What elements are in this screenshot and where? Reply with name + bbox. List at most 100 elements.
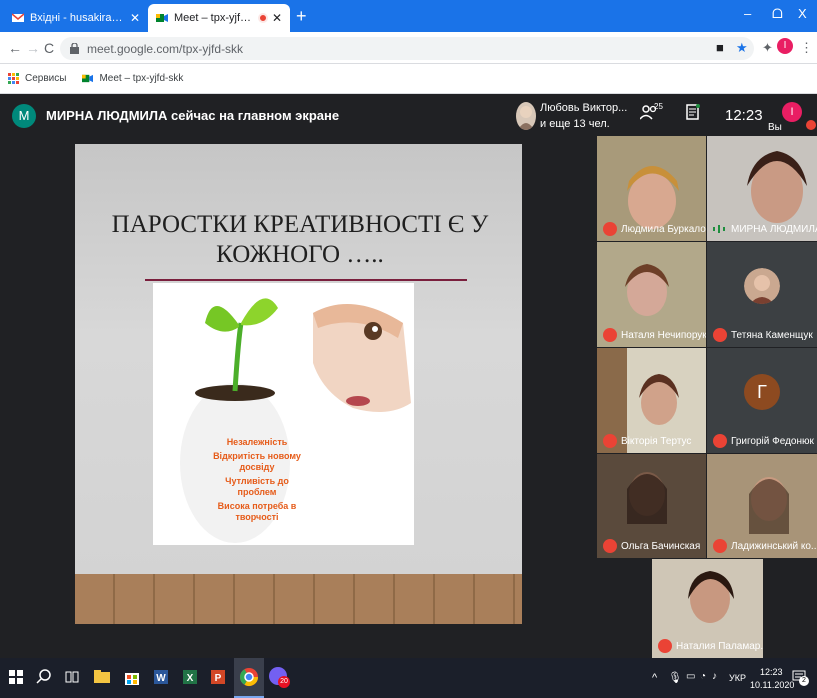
pinned-name: Любовь Виктор...	[540, 102, 628, 114]
svg-text:X: X	[187, 673, 194, 684]
search-icon[interactable]	[34, 667, 54, 687]
presenter-avatar: M	[12, 104, 36, 128]
self-avatar: I	[782, 102, 802, 122]
participant-tile[interactable]: Наталия Паламар...	[652, 559, 763, 658]
participant-avatar	[744, 268, 780, 304]
participant-tile[interactable]: Г Григорій Федонюк	[707, 348, 817, 453]
svg-text:W: W	[156, 673, 166, 684]
meeting-clock: 12:23	[725, 107, 763, 124]
participant-tile[interactable]: Людмила Буркало	[597, 136, 706, 241]
tab-meet[interactable]: Meet – tpx-yjfd-skk ✕	[148, 4, 290, 32]
minimize-button[interactable]: –	[744, 6, 751, 21]
bookmark-services[interactable]: Сервисы	[8, 73, 66, 84]
bullet-item: Висока потреба в творчості	[217, 501, 297, 522]
speaking-indicator-icon	[713, 225, 725, 233]
reload-button[interactable]: C	[44, 40, 54, 56]
mic-off-icon	[603, 434, 617, 448]
participant-name: Григорій Федонюк	[731, 436, 814, 447]
participant-tile[interactable]: Наталя Нечипорук	[597, 242, 706, 347]
pinned-participant-info[interactable]: Любовь Виктор... и еще 13 чел.	[540, 100, 627, 132]
mic-off-icon	[658, 639, 672, 653]
presenting-status: МИРНА ЛЮДМИЛА сейчас на главном экране	[46, 108, 340, 123]
slide-title: ПАРОСТКИ КРЕАТИВНОСТІ Є У КОЖНОГО …..	[111, 211, 489, 268]
windows-start-icon[interactable]	[6, 667, 26, 687]
tab-meet-close-icon[interactable]: ✕	[272, 11, 282, 25]
meet-header: M МИРНА ЛЮДМИЛА сейчас на главном экране…	[0, 94, 817, 140]
tab-gmail[interactable]: Вхідні - husakira1192@gmail.com ✕	[4, 4, 148, 32]
chrome-taskbar-button[interactable]	[234, 658, 264, 698]
participant-name: Наталия Паламар...	[676, 641, 763, 652]
tab-meet-label: Meet – tpx-yjfd-skk	[174, 12, 252, 24]
profile-avatar[interactable]: I	[777, 38, 793, 54]
tray-chevron-icon[interactable]: ^	[652, 672, 657, 684]
viber-taskbar-button[interactable]: 20	[268, 666, 290, 688]
mic-off-icon	[603, 328, 617, 342]
apps-grid-icon	[8, 73, 19, 84]
mic-off-icon	[713, 328, 727, 342]
bookmark-services-label: Сервисы	[25, 73, 67, 84]
powerpoint-icon[interactable]: P	[208, 667, 228, 687]
tab-gmail-label: Вхідні - husakira1192@gmail.com	[30, 12, 126, 24]
participant-name: Людмила Буркало	[621, 224, 706, 235]
meet-icon	[82, 74, 94, 83]
back-button[interactable]: ←	[8, 40, 22, 56]
bookmark-meet[interactable]: Meet – tpx-yjfd-skk	[82, 73, 183, 84]
slide-illustration: Незалежність Відкритість новому досвіду …	[153, 283, 414, 545]
tray-language[interactable]: УКР	[729, 673, 746, 683]
participant-tile[interactable]: Ладижинський ко...	[707, 454, 817, 558]
windows-taskbar: W X P 20 ^ 🎙 ▭ ◔ ♪ УКР 12:23 10.11.2020 …	[0, 658, 817, 698]
viber-badge: 20	[278, 676, 290, 688]
forward-button[interactable]: →	[26, 40, 40, 56]
extensions-icon[interactable]: ✦	[762, 40, 773, 56]
participant-avatar: Г	[744, 374, 780, 410]
recording-indicator-icon	[257, 13, 268, 23]
slide-divider	[145, 279, 467, 281]
wooden-floor	[75, 574, 522, 624]
svg-text:P: P	[215, 673, 222, 684]
slide-bullets: Незалежність Відкритість новому досвіду …	[207, 437, 307, 526]
url-text: meet.google.com/tpx-yjfd-skk	[87, 41, 244, 56]
file-explorer-icon[interactable]	[92, 667, 112, 687]
tray-date[interactable]: 10.11.2020	[750, 680, 794, 690]
tray-mic-icon[interactable]: 🎙	[668, 671, 682, 684]
camera-in-use-icon[interactable]: ■	[716, 40, 724, 55]
restore-button[interactable]: ᗝ	[772, 6, 783, 22]
task-view-icon[interactable]	[62, 667, 82, 687]
participant-tile[interactable]: Ольга Бачинская	[597, 454, 706, 558]
excel-icon[interactable]: X	[180, 667, 200, 687]
chat-icon[interactable]	[686, 104, 700, 125]
menu-kebab-icon[interactable]: ⋮	[800, 40, 813, 56]
store-icon[interactable]	[122, 667, 142, 687]
bullet-item: Відкритість новому досвіду	[213, 451, 301, 472]
gmail-icon	[12, 13, 24, 22]
mic-off-icon	[603, 539, 617, 553]
tray-battery-icon[interactable]: ▭	[686, 671, 695, 682]
mic-off-icon	[713, 434, 727, 448]
bullet-item: Чутливість до проблем	[225, 476, 289, 497]
bookmark-star-icon[interactable]: ★	[736, 40, 748, 56]
new-tab-button[interactable]: +	[296, 6, 307, 27]
tray-time[interactable]: 12:23	[760, 667, 783, 677]
participant-tile[interactable]: Тетяна Каменщук	[707, 242, 817, 347]
tray-volume-icon[interactable]: ♪	[712, 671, 717, 682]
mic-off-icon	[603, 222, 617, 236]
self-mic-off-icon	[806, 120, 816, 130]
word-icon[interactable]: W	[151, 667, 171, 687]
participant-name: Вікторія Тертус	[621, 436, 692, 447]
chrome-icon	[240, 668, 258, 687]
meet-icon	[156, 14, 168, 22]
participant-name: Ладижинський ко...	[731, 541, 817, 552]
address-bar: ← → C meet.google.com/tpx-yjfd-skk ■ ★ ✦…	[0, 32, 817, 64]
participant-tile[interactable]: МИРНА ЛЮДМИЛА	[707, 136, 817, 241]
notification-count: 2	[799, 676, 809, 686]
people-count: 25	[654, 102, 663, 111]
close-window-button[interactable]: X	[798, 6, 807, 21]
tab-gmail-close-icon[interactable]: ✕	[130, 11, 140, 25]
pinned-participant-avatar[interactable]	[516, 102, 536, 130]
notifications-button[interactable]: 2	[792, 669, 809, 686]
participant-name: МИРНА ЛЮДМИЛА	[731, 224, 817, 235]
tab-bar: Вхідні - husakira1192@gmail.com ✕ Meet –…	[0, 0, 817, 32]
url-field[interactable]: meet.google.com/tpx-yjfd-skk ■ ★	[60, 37, 754, 60]
tray-network-icon[interactable]: ◔	[700, 671, 706, 682]
participant-tile[interactable]: Вікторія Тертус	[597, 348, 706, 453]
